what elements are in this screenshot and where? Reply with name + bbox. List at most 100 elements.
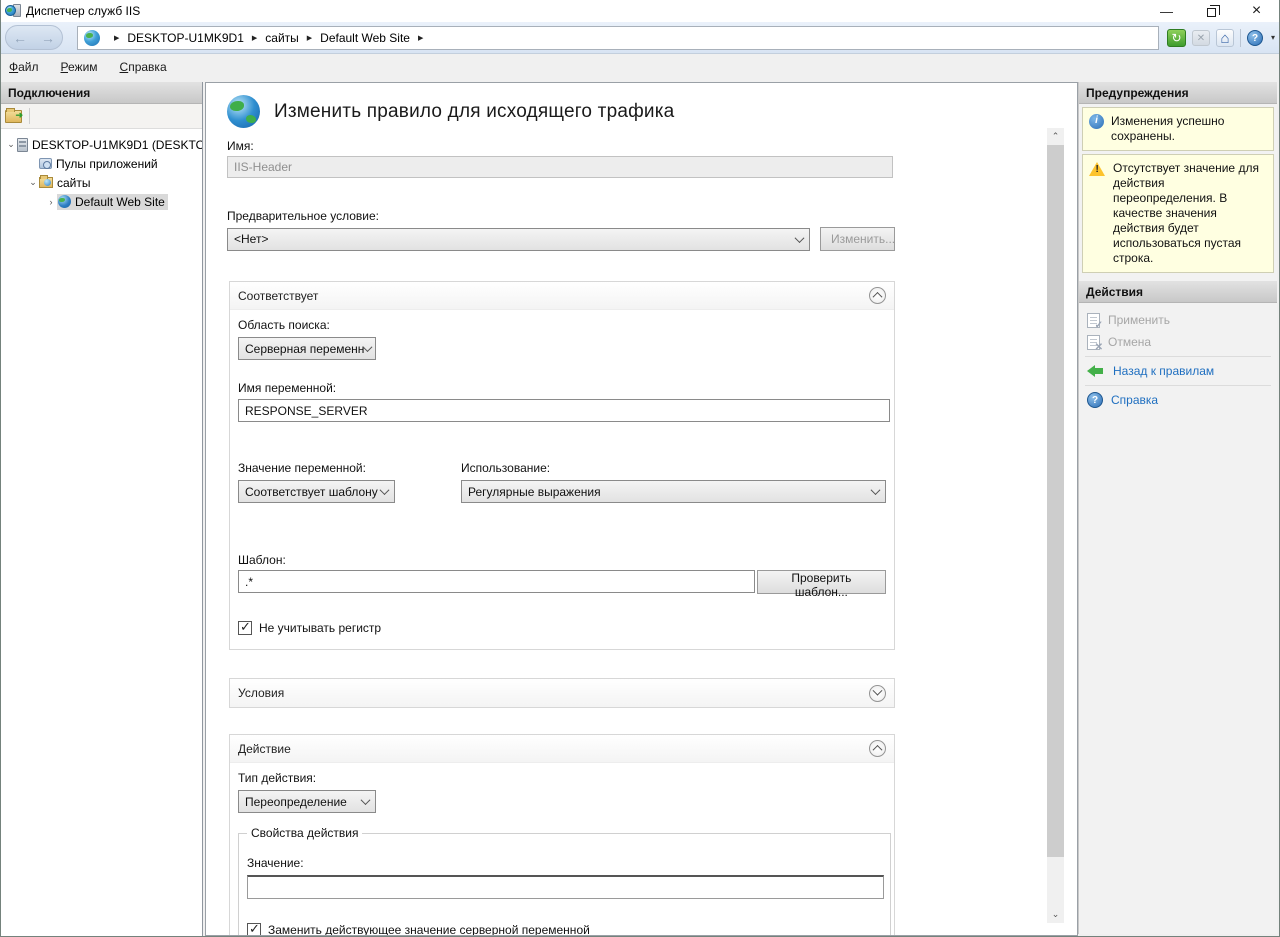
chevron-down-icon — [795, 233, 805, 243]
divider — [1085, 356, 1271, 357]
warning-icon: ! — [1089, 161, 1106, 176]
test-pattern-button[interactable]: Проверить шаблон... — [757, 570, 886, 594]
tree-item-server[interactable]: ⌄ DESKTOP-U1MK9D1 (DESKTO — [1, 135, 202, 154]
breadcrumb-sep-icon: ▶ — [307, 34, 312, 42]
apply-button: ✓ Применить — [1079, 309, 1277, 331]
site-globe-icon — [58, 195, 71, 208]
warning-alert-text: Отсутствует значение для действия переоп… — [1113, 161, 1269, 266]
precondition-select[interactable]: <Нет> — [227, 228, 810, 251]
connections-toolbar — [1, 104, 202, 129]
replace-checkbox-row[interactable]: ✓ Заменить действующее значение серверно… — [247, 923, 882, 936]
expand-icon[interactable]: › — [45, 197, 57, 207]
conditions-section: Условия — [229, 678, 895, 708]
pattern-field[interactable] — [238, 570, 755, 593]
info-alert-text: Изменения успешно сохранены. — [1111, 114, 1269, 144]
menu-help[interactable]: Справка — [120, 60, 167, 74]
breadcrumb-default-web-site[interactable]: Default Web Site — [320, 31, 410, 45]
help-icon[interactable]: ? — [1247, 30, 1263, 46]
connections-tree: ⌄ DESKTOP-U1MK9D1 (DESKTO Пулы приложени… — [1, 129, 202, 211]
variable-value-label: Значение переменной: — [238, 461, 461, 475]
page-title: Изменить правило для исходящего трафика — [274, 101, 674, 123]
collapse-icon[interactable]: ⌄ — [5, 139, 17, 150]
scope-select[interactable]: Серверная переменн — [238, 337, 376, 360]
using-select[interactable]: Регулярные выражения — [461, 480, 886, 503]
help-link[interactable]: ? Справка — [1079, 389, 1277, 411]
tree-label-app-pools[interactable]: Пулы приложений — [56, 157, 158, 171]
help-icon: ? — [1087, 392, 1103, 408]
using-value: Регулярные выражения — [468, 485, 601, 499]
tree-label-default-web-site[interactable]: Default Web Site — [75, 195, 165, 209]
chevron-down-icon — [380, 485, 390, 495]
actions-header: Действия — [1079, 281, 1277, 303]
back-to-rules-label[interactable]: Назад к правилам — [1113, 364, 1214, 378]
tree-item-default-web-site[interactable]: › Default Web Site — [1, 192, 202, 211]
action-type-value: Переопределение — [245, 795, 347, 809]
divider — [29, 108, 30, 124]
outbound-rule-icon — [227, 95, 260, 128]
divider — [1240, 29, 1241, 47]
feature-page: Изменить правило для исходящего трафика … — [205, 82, 1078, 936]
precondition-label: Предварительное условие: — [227, 209, 899, 223]
close-button[interactable]: × — [1234, 0, 1279, 22]
action-type-label: Тип действия: — [238, 771, 886, 785]
tree-item-sites[interactable]: ⌄ сайты — [1, 173, 202, 192]
scroll-up-icon[interactable]: ⌃ — [1047, 128, 1064, 145]
match-section-title: Соответствует — [238, 289, 318, 303]
replace-label: Заменить действующее значение серверной … — [268, 923, 590, 936]
help-label[interactable]: Справка — [1111, 393, 1158, 407]
breadcrumb-sep-icon: ▶ — [252, 34, 257, 42]
home-icon[interactable]: ⌂ — [1216, 29, 1234, 47]
variable-name-field[interactable] — [238, 399, 890, 422]
sites-folder-icon — [39, 177, 53, 188]
action-type-select[interactable]: Переопределение — [238, 790, 376, 813]
tree-label-sites[interactable]: сайты — [57, 176, 91, 190]
back-to-rules-link[interactable]: Назад к правилам — [1079, 360, 1277, 382]
breadcrumb-server[interactable]: DESKTOP-U1MK9D1 — [127, 31, 243, 45]
stop-icon: ✕ — [1192, 30, 1210, 46]
warning-alert: ! Отсутствует значение для действия пере… — [1082, 154, 1274, 273]
app-pools-icon — [39, 158, 52, 169]
menu-bar: Файл Режим Справка — [1, 54, 1279, 80]
scrollbar-thumb[interactable] — [1047, 145, 1064, 857]
window-title: Диспетчер служб IIS — [26, 4, 140, 18]
iis-manager-window: Диспетчер служб IIS — × ← → ▶ DESKTOP-U1… — [0, 0, 1280, 937]
collapse-section-button[interactable] — [869, 740, 886, 757]
variable-value-select[interactable]: Соответствует шаблону — [238, 480, 395, 503]
menu-view[interactable]: Режим — [61, 60, 98, 74]
action-section: Действие Тип действия: Переопределение С… — [229, 734, 895, 936]
scope-value: Серверная переменн — [245, 342, 364, 356]
apply-icon: ✓ — [1087, 313, 1100, 328]
scroll-down-icon[interactable]: ⌄ — [1047, 906, 1064, 923]
save-connection-icon[interactable] — [5, 110, 22, 123]
back-icon[interactable]: ← — [13, 31, 27, 45]
apply-label: Применить — [1108, 313, 1170, 327]
pattern-label: Шаблон: — [238, 553, 886, 567]
help-dropdown-caret-icon[interactable]: ▾ — [1271, 33, 1275, 42]
refresh-icon[interactable]: ↻ — [1167, 29, 1186, 47]
forward-icon[interactable]: → — [41, 31, 55, 45]
breadcrumb-sites[interactable]: сайты — [265, 31, 299, 45]
collapse-section-button[interactable] — [869, 287, 886, 304]
value-label: Значение: — [247, 856, 882, 870]
globe-icon — [84, 30, 100, 46]
connections-panel: Подключения ⌄ DESKTOP-U1MK9D1 (DESKTO Пу… — [1, 82, 203, 936]
collapse-icon[interactable]: ⌄ — [27, 177, 39, 188]
vertical-scrollbar[interactable]: ⌃ ⌄ — [1047, 128, 1064, 923]
cancel-label: Отмена — [1108, 335, 1151, 349]
restore-icon — [1207, 8, 1216, 17]
expand-section-button[interactable] — [869, 685, 886, 702]
back-arrow-icon — [1087, 365, 1105, 377]
tree-label-server[interactable]: DESKTOP-U1MK9D1 (DESKTO — [32, 138, 202, 152]
alerts-header: Предупреждения — [1079, 82, 1277, 104]
breadcrumb-sep-icon: ▶ — [114, 34, 119, 42]
breadcrumb[interactable]: ▶ DESKTOP-U1MK9D1 ▶ сайты ▶ Default Web … — [77, 26, 1159, 50]
checkbox-checked-icon[interactable]: ✓ — [238, 621, 252, 635]
ignore-case-checkbox-row[interactable]: ✓ Не учитывать регистр — [238, 621, 886, 635]
minimize-button[interactable]: — — [1144, 0, 1189, 22]
restore-button[interactable] — [1189, 0, 1234, 22]
action-value-field[interactable] — [247, 875, 884, 899]
menu-file[interactable]: Файл — [9, 60, 39, 74]
checkbox-checked-icon[interactable]: ✓ — [247, 923, 261, 936]
edit-precondition-button: Изменить... — [820, 227, 895, 251]
tree-item-app-pools[interactable]: Пулы приложений — [1, 154, 202, 173]
